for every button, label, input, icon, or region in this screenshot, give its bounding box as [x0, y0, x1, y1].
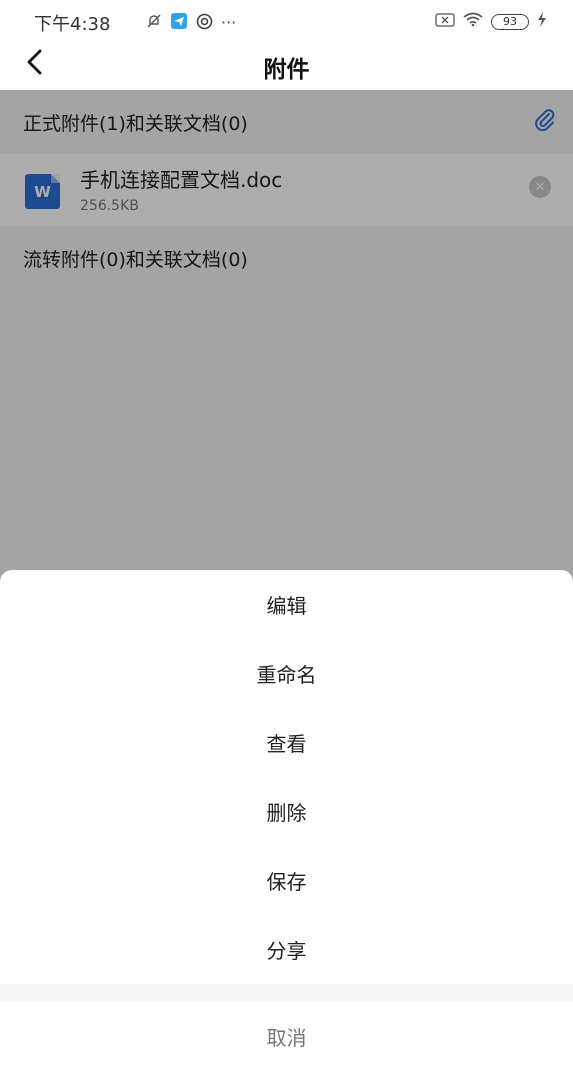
- status-time: 下午4:38: [34, 14, 111, 35]
- bell-muted-icon: [146, 13, 162, 33]
- status-bar: 下午4:38 ··· 93: [0, 0, 573, 42]
- nav-bar: 附件: [0, 42, 573, 90]
- page-title: 附件: [263, 57, 310, 83]
- battery-indicator: 93: [491, 13, 529, 30]
- send-app-icon: [170, 12, 188, 34]
- more-dots-icon: ···: [221, 13, 237, 32]
- sim-icon: [435, 12, 455, 31]
- status-icons-left: ···: [146, 12, 236, 34]
- sheet-divider: [0, 984, 573, 1002]
- cancel-button[interactable]: 取消: [0, 1002, 573, 1070]
- status-icons-right: 93: [435, 12, 547, 31]
- action-delete[interactable]: 删除: [0, 777, 573, 846]
- action-rename[interactable]: 重命名: [0, 639, 573, 708]
- action-share[interactable]: 分享: [0, 915, 573, 984]
- action-save[interactable]: 保存: [0, 846, 573, 915]
- wifi-icon: [463, 12, 483, 31]
- sync-app-icon: [196, 13, 213, 34]
- action-view[interactable]: 查看: [0, 708, 573, 777]
- action-sheet: 编辑 重命名 查看 删除 保存 分享 取消: [0, 570, 573, 1072]
- action-edit[interactable]: 编辑: [0, 570, 573, 639]
- charging-icon: [537, 12, 547, 31]
